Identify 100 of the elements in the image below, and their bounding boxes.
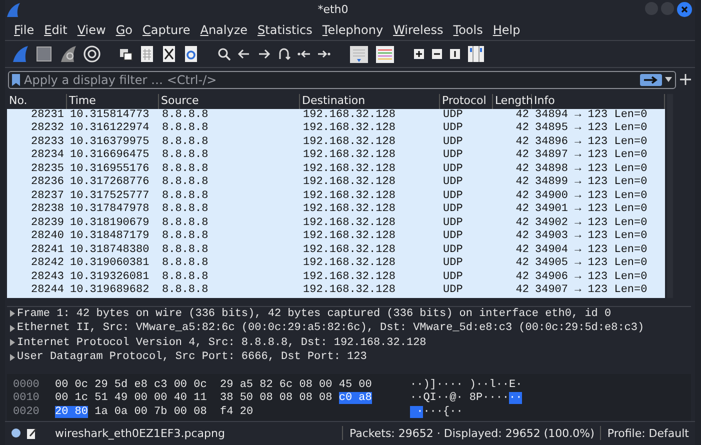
- menu-item[interactable]: Analyze: [195, 22, 253, 37]
- restart-icon[interactable]: [59, 44, 77, 63]
- table-cell-text: 8.8.8.8: [161, 162, 210, 176]
- table-cell-text: 42: [514, 176, 530, 190]
- table-cell-text: 192.168.32.128: [302, 190, 396, 203]
- hex-bytes: 00 1c 51 49 00 00 40 11 38 50 08 08 08 08: [55, 392, 334, 404]
- column-header[interactable]: Length: [493, 94, 532, 108]
- table-cell-text: UDP: [442, 190, 464, 203]
- table-cell-text: 28241: [30, 244, 65, 257]
- table-cell-text: 34896 → 123 Len=0: [534, 136, 648, 149]
- close-button[interactable]: [677, 2, 692, 18]
- table-cell-text: 34897 → 123 Len=0: [534, 149, 648, 162]
- edit-note-icon[interactable]: [27, 428, 37, 439]
- tree-item[interactable]: Ethernet II, Src: VMware_a5:82:6c (00:0c:29:a5:82:6c), Dst: VMware_5d:e8:c3 (00:0c:29:5d:e8:c3): [17, 322, 644, 334]
- table-cell-text: 8.8.8.8: [161, 230, 210, 244]
- arrow-left-icon[interactable]: [237, 46, 251, 61]
- table-cell-text: 10.319689682: [69, 284, 150, 298]
- column-header[interactable]: Info: [532, 94, 665, 108]
- table-cell-text: 192.168.32.128: [302, 122, 396, 136]
- autoscroll-icon[interactable]: [349, 44, 369, 63]
- resize-columns-icon[interactable]: [467, 44, 485, 63]
- stop-icon[interactable]: [35, 44, 53, 63]
- file-name: wireshark_eth0EZ1EF3.pcapng: [55, 426, 226, 440]
- table-cell-text: 42: [514, 190, 530, 203]
- table-cell-text: 10.318190679: [69, 216, 150, 230]
- menu-item[interactable]: File: [9, 22, 40, 37]
- table-cell-text: 34905 → 123 Len=0: [534, 257, 648, 270]
- table-cell-text: 10.316955176: [69, 162, 150, 176]
- table-cell-text: UDP: [442, 176, 464, 190]
- table-cell-text: 8.8.8.8: [161, 270, 210, 284]
- hex-bytes: c0 a8: [338, 392, 372, 404]
- tree-item[interactable]: Internet Protocol Version 4, Src: 8.8.8.8, Dst: 192.168.32.128: [17, 336, 426, 349]
- filter-field[interactable]: Apply a display filter … <Ctrl-/>: [8, 70, 676, 88]
- table-cell-text: 8.8.8.8: [161, 136, 210, 149]
- table-cell-text: 10.317268776: [69, 176, 150, 190]
- shark-fin-icon: [5, 2, 21, 18]
- menu-item[interactable]: Capture: [137, 22, 196, 37]
- settings-icon[interactable]: [83, 44, 101, 63]
- collapsed-arrow-icon[interactable]: [10, 339, 14, 346]
- table-cell-text: 42: [514, 162, 530, 176]
- table-cell-text: 8.8.8.8: [161, 122, 210, 136]
- collapsed-arrow-icon[interactable]: [10, 324, 14, 332]
- column-header[interactable]: Source: [159, 94, 300, 108]
- profile-label[interactable]: Profile: Default: [607, 426, 689, 440]
- table-cell-text: 42: [514, 244, 530, 257]
- tree-item[interactable]: Frame 1: 42 bytes on wire (336 bits), 42 bytes captured (336 bits) on interface eth0, id 0: [17, 308, 612, 320]
- reload-file-icon[interactable]: [183, 44, 199, 63]
- table-cell-text: 8.8.8.8: [161, 190, 210, 203]
- collapsed-arrow-icon[interactable]: [10, 310, 14, 318]
- packet-count: Packets: 29652 · Displayed: 29652 (100.0%): [349, 426, 594, 440]
- menu-item[interactable]: Telephony: [317, 22, 388, 37]
- table-cell-text: UDP: [442, 136, 464, 149]
- bookmark-icon[interactable]: [12, 74, 20, 86]
- table-cell-text: UDP: [442, 122, 464, 136]
- column-header[interactable]: Protocol: [440, 94, 493, 108]
- menu-item[interactable]: Wireless: [388, 22, 448, 37]
- table-cell-text: 192.168.32.128: [302, 257, 396, 270]
- table-cell-text: 192.168.32.128: [302, 136, 396, 149]
- menu-item[interactable]: View: [72, 22, 111, 37]
- dropdown-caret-icon[interactable]: [665, 76, 672, 82]
- zoom-in-icon[interactable]: [413, 48, 425, 60]
- table-cell-text: 8.8.8.8: [161, 284, 210, 298]
- menu-item[interactable]: Tools: [448, 22, 488, 37]
- file-icon[interactable]: [139, 44, 155, 63]
- zoom-out-icon[interactable]: [431, 48, 443, 60]
- table-cell-text: UDP: [442, 216, 464, 230]
- table-cell-text: 192.168.32.128: [302, 176, 396, 190]
- status-circle-icon: [11, 428, 21, 438]
- tree-item[interactable]: User Datagram Protocol, Src Port: 6666, Dst Port: 123: [17, 351, 367, 364]
- column-header[interactable]: Destination: [300, 94, 440, 108]
- shark-fin-icon[interactable]: [11, 44, 29, 63]
- table-cell-text: 42: [514, 216, 530, 230]
- table-cell-text: UDP: [442, 284, 464, 298]
- open-file-icon[interactable]: [119, 46, 133, 61]
- table-cell-text: 42: [514, 108, 530, 122]
- search-icon[interactable]: [217, 46, 231, 61]
- arrow-right-icon[interactable]: [257, 46, 271, 61]
- menu-item[interactable]: Go: [110, 22, 138, 37]
- colorize-icon[interactable]: [375, 44, 395, 63]
- table-cell-text: 28240: [30, 230, 65, 244]
- column-header[interactable]: Time: [67, 94, 159, 108]
- column-header[interactable]: No.: [7, 94, 67, 108]
- hex-bytes: 20 80: [55, 406, 88, 418]
- table-cell-text: 192.168.32.128: [302, 216, 396, 230]
- normal-size-icon[interactable]: [449, 48, 461, 60]
- close-file-icon[interactable]: [161, 44, 177, 63]
- collapsed-arrow-icon[interactable]: [10, 354, 14, 361]
- menu-item[interactable]: Edit: [39, 22, 72, 37]
- table-cell-text: 42: [514, 284, 530, 298]
- table-cell-text: 10.319326081: [69, 270, 150, 284]
- jump-icon[interactable]: [277, 46, 291, 61]
- hex-bytes: 1a 0a 00 7b 00 08 f4 20: [94, 406, 254, 418]
- menu-item[interactable]: Help: [488, 22, 526, 37]
- table-cell-text: 42: [514, 257, 530, 270]
- table-cell-text: 28239: [30, 216, 65, 230]
- ascii-text: ·: [410, 406, 424, 418]
- table-cell-text: 10.317525777: [69, 190, 150, 203]
- table-cell-text: 28232: [30, 122, 65, 136]
- menu-item[interactable]: Statistics: [252, 22, 318, 37]
- add-filter-icon[interactable]: [680, 74, 691, 85]
